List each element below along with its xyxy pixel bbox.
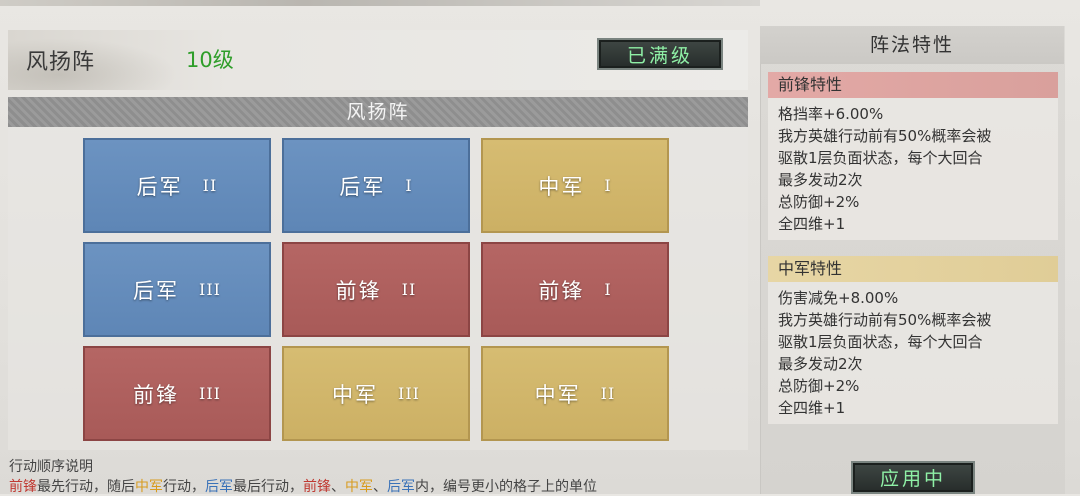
keyword-vanguard: 前锋 — [9, 479, 37, 495]
trait-line: 全四维+1 — [778, 215, 846, 233]
trait-line: 总防御+2% — [778, 377, 860, 395]
cell-number: II — [600, 384, 616, 403]
grid-cell-vanguard-1[interactable]: 前锋 I — [481, 242, 669, 337]
note-text: 、 — [331, 479, 345, 495]
cell-label: 后军 — [136, 174, 183, 199]
grid-cell-rear-3[interactable]: 后军 III — [83, 242, 271, 337]
cell-label: 中军 — [332, 382, 379, 407]
vanguard-trait-header: 前锋特性 — [768, 72, 1058, 98]
note-text: 、 — [373, 479, 387, 495]
trait-line: 最多发动2次 — [778, 171, 863, 189]
traits-title: 阵法特性 — [760, 26, 1064, 64]
note-text: 最先行动，随后 — [37, 479, 135, 495]
grid-cell-center-2[interactable]: 中军 II — [481, 346, 669, 441]
cell-label: 中军 — [538, 174, 585, 199]
cell-label: 后军 — [133, 278, 180, 303]
trait-line: 全四维+1 — [778, 399, 846, 417]
trait-line: 总防御+2% — [778, 193, 860, 211]
cell-number: I — [405, 176, 413, 195]
grid-cell-vanguard-2[interactable]: 前锋 II — [282, 242, 470, 337]
max-level-button[interactable]: 已满级 — [597, 38, 723, 70]
grid-cell-vanguard-3[interactable]: 前锋 III — [83, 346, 271, 441]
cell-label: 中军 — [534, 382, 581, 407]
center-trait-header: 中军特性 — [768, 256, 1058, 282]
grid-cell-rear-1[interactable]: 后军 I — [282, 138, 470, 233]
trait-line: 我方英雄行动前有50%概率会被 — [778, 311, 992, 329]
trait-line: 驱散1层负面状态，每个大回合 — [778, 149, 983, 167]
trait-line: 驱散1层负面状态，每个大回合 — [778, 333, 983, 351]
action-order-title: 行动顺序说明 — [9, 459, 93, 475]
cell-number: I — [604, 176, 612, 195]
cell-number: II — [401, 280, 417, 299]
trait-line: 我方英雄行动前有50%概率会被 — [778, 127, 992, 145]
cell-label: 前锋 — [538, 278, 585, 303]
cell-number: II — [202, 176, 218, 195]
formation-title: 风扬阵 — [26, 50, 96, 75]
grid-title-bar: 风扬阵 — [8, 97, 748, 127]
keyword-rear: 后军 — [205, 479, 233, 495]
grid-cell-center-3[interactable]: 中军 III — [282, 346, 470, 441]
keyword-center: 中军 — [135, 479, 163, 495]
cell-number: III — [199, 280, 221, 299]
cell-label: 前锋 — [133, 382, 180, 407]
keyword-center: 中军 — [345, 479, 373, 495]
keyword-vanguard: 前锋 — [303, 479, 331, 495]
cell-number: III — [398, 384, 420, 403]
action-order-description: 前锋最先行动，随后中军行动，后军最后行动，前锋、中军、后军内，编号更小的格子上的… — [9, 476, 597, 496]
grid-cell-center-1[interactable]: 中军 I — [481, 138, 669, 233]
cell-number: III — [199, 384, 221, 403]
grid-cell-rear-2[interactable]: 后军 II — [83, 138, 271, 233]
top-divider — [0, 0, 760, 6]
apply-button[interactable]: 应用中 — [851, 461, 975, 494]
keyword-rear: 后军 — [387, 479, 415, 495]
trait-line: 最多发动2次 — [778, 355, 863, 373]
cell-number: I — [604, 280, 612, 299]
formation-level: 10级 — [186, 48, 234, 72]
trait-line: 格挡率+6.00% — [778, 105, 884, 123]
cell-label: 前锋 — [335, 278, 382, 303]
note-text: 最后行动， — [233, 479, 303, 495]
note-text: 行动， — [163, 479, 205, 495]
cell-label: 后军 — [339, 174, 386, 199]
trait-line: 伤害减免+8.00% — [778, 289, 899, 307]
note-text: 内，编号更小的格子上的单位 — [415, 479, 597, 495]
